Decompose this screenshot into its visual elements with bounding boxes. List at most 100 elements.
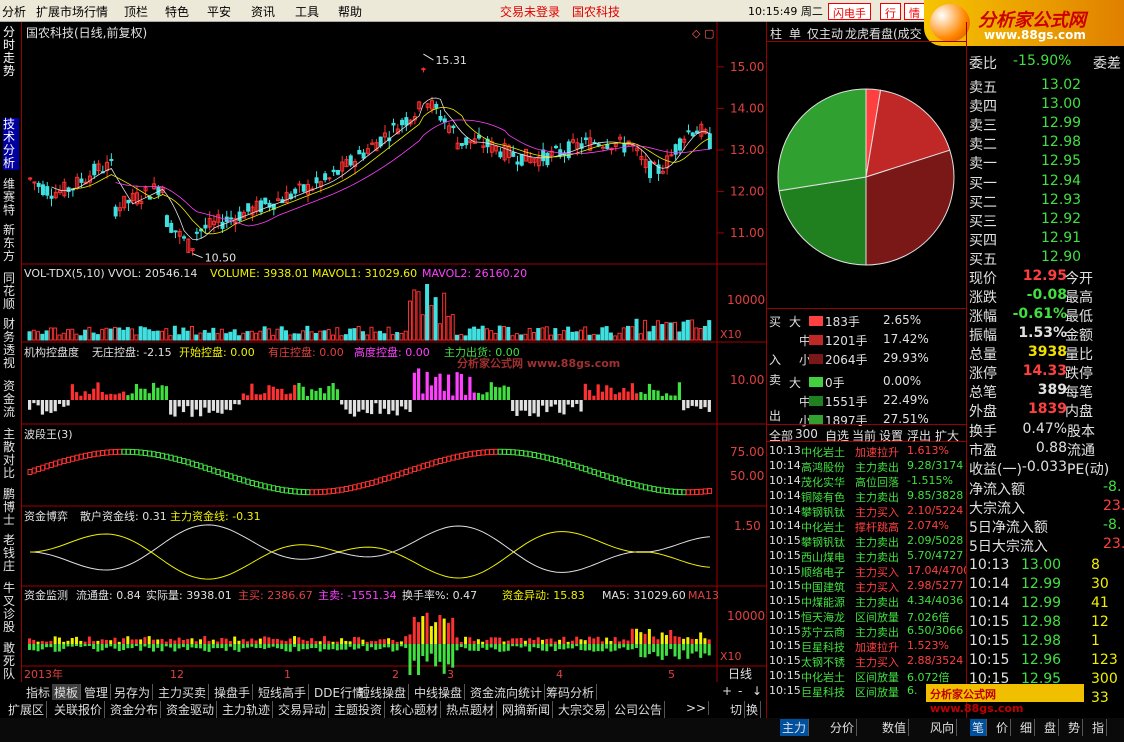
left-tab-technical[interactable]: 技术分析 xyxy=(3,118,19,170)
extension-tab-0[interactable]: 扩展区 xyxy=(6,701,48,718)
alert-stream-row[interactable]: 10:14 高鸿股份 主力卖出 9.28/3174 xyxy=(767,458,967,474)
stream-tab-expand[interactable]: 扩大 xyxy=(935,427,959,444)
extension-tab-11[interactable]: 公司公告 xyxy=(612,701,666,718)
quote-tab-2[interactable]: 细 xyxy=(1018,719,1036,736)
extension-tab-9[interactable]: 网摘新闻 xyxy=(500,701,554,718)
extension-tab-3[interactable]: 资金驱动 xyxy=(164,701,218,718)
vol-mavol2: MAVOL2: 26160.20 xyxy=(422,267,527,280)
right-tab-bar-chart[interactable]: 柱 xyxy=(770,25,782,42)
indicator-tab-3[interactable]: 另存为 xyxy=(112,684,154,701)
flash-trade-button[interactable]: 闪电手 xyxy=(828,3,871,20)
extension-tab-4[interactable]: 主力轨迹 xyxy=(220,701,274,718)
right-tab-dragon-tiger[interactable]: 龙虎看盘(成交 xyxy=(845,25,922,42)
indicator-tab-1[interactable]: 模板 xyxy=(52,684,82,701)
alert-stream-row[interactable]: 10:15 中化岩土 区间放量 6.072倍 xyxy=(767,668,967,684)
menu-extended-market[interactable]: 扩展市场行情 xyxy=(36,3,108,20)
left-tab-finance[interactable]: 财务透视 xyxy=(3,318,19,370)
menu-tools[interactable]: 工具 xyxy=(295,3,319,20)
alert-stream-row[interactable]: 10:14 中化岩土 撑杆跳高 2.074% xyxy=(767,518,967,534)
right-tab-active-only[interactable]: 仅主动 xyxy=(807,25,843,42)
bd-header[interactable]: 波段王(3) xyxy=(24,427,73,441)
indicator-tab-6[interactable]: 短线高手 xyxy=(256,684,310,701)
menu-pingan[interactable]: 平安 xyxy=(207,3,231,20)
switch-button-2[interactable]: 换 xyxy=(744,701,762,718)
zj-name[interactable]: 资金博弈 xyxy=(24,509,68,523)
alert-stream-row[interactable]: 10:15 顺络电子 主力买入 17.04/4700 xyxy=(767,563,967,579)
zoom-out-button[interactable]: - xyxy=(738,684,742,698)
scroll-down-button[interactable]: ↓ xyxy=(752,684,762,698)
quote-button[interactable]: 行 xyxy=(880,3,901,20)
extension-tab-5[interactable]: 交易异动 xyxy=(276,701,330,718)
extension-tab-6[interactable]: 主题投资 xyxy=(332,701,386,718)
indicator-tab-2[interactable]: 管理 xyxy=(82,684,112,701)
zjjc-name[interactable]: 资金监测 xyxy=(24,588,68,602)
alert-stream-row[interactable]: 10:13 中化岩土 加速拉升 1.613% xyxy=(767,443,967,459)
indicator-tab-9[interactable]: 中线操盘 xyxy=(412,684,466,701)
alert-stream-row[interactable]: 10:15 太钢不锈 主力买入 2.88/3524 xyxy=(767,653,967,669)
status-tab-1[interactable]: 分价 xyxy=(828,719,858,736)
quote-tab-0[interactable]: 笔 xyxy=(970,719,988,736)
left-tab-main-retail[interactable]: 主散对比 xyxy=(3,428,19,480)
chart-options-icon[interactable]: ◇ ▢ xyxy=(692,27,714,40)
indicator-tab-4[interactable]: 主力买卖 xyxy=(156,684,210,701)
jg-name[interactable]: 机构控盘度 xyxy=(24,345,79,359)
alert-stream-row[interactable]: 10:15 中煤能源 主力卖出 4.34/4036 xyxy=(767,593,967,609)
indicator-tab-5[interactable]: 操盘手 xyxy=(212,684,254,701)
quote-button-2[interactable]: 情 xyxy=(904,3,925,20)
quote-tab-5[interactable]: 指 xyxy=(1090,719,1108,736)
menu-help[interactable]: 帮助 xyxy=(338,3,362,20)
menu-top-bar[interactable]: 顶栏 xyxy=(124,3,148,20)
quote-tab-3[interactable]: 盘 xyxy=(1042,719,1060,736)
alert-stream-row[interactable]: 10:15 苏宁云商 主力卖出 6.50/3066 xyxy=(767,623,967,639)
left-tab-intraday[interactable]: 分时走势 xyxy=(3,26,19,78)
extension-tab-7[interactable]: 核心题材 xyxy=(388,701,442,718)
alert-stream-row[interactable]: 10:14 茂化实华 高位回落 -1.515% xyxy=(767,473,967,489)
menu-news[interactable]: 资讯 xyxy=(251,3,275,20)
stream-tab-current[interactable]: 当前 xyxy=(852,427,876,444)
alert-stream-row[interactable]: 10:15 中国建筑 主力买入 2.98/5277 xyxy=(767,578,967,594)
indicator-tab-0[interactable]: 指标 xyxy=(24,684,54,701)
quote-tab-1[interactable]: 价 xyxy=(994,719,1012,736)
quote-tab-4[interactable]: 势 xyxy=(1066,719,1084,736)
alert-stream-row[interactable]: 10:15 攀钢钒钛 主力卖出 2.09/5028 xyxy=(767,533,967,549)
alert-stream-row[interactable]: 10:15 西山煤电 主力卖出 5.70/4727 xyxy=(767,548,967,564)
stream-tab-all[interactable]: 全部 xyxy=(769,427,793,444)
left-tab-gansidui[interactable]: 敢死队 xyxy=(3,642,19,681)
zoom-in-button[interactable]: + xyxy=(722,684,732,698)
stream-tab-300[interactable]: 300 xyxy=(795,427,818,441)
login-status[interactable]: 交易未登录 xyxy=(500,3,560,20)
stream-tab-watchlist[interactable]: 自选 xyxy=(825,427,849,444)
status-tab-2[interactable]: 数值 xyxy=(880,719,910,736)
indicator-tab-8[interactable]: 短线操盘 xyxy=(356,684,410,701)
switch-button-1[interactable]: 切 xyxy=(728,701,746,718)
extension-tab-1[interactable]: 关联报价 xyxy=(52,701,106,718)
extension-tab-2[interactable]: 资金分布 xyxy=(108,701,162,718)
left-tab-laoqianzhuang[interactable]: 老钱庄 xyxy=(3,534,19,573)
main-buy-bar xyxy=(340,638,344,644)
stream-tab-settings[interactable]: 设置 xyxy=(879,427,903,444)
vol-indicator-name[interactable]: VOL-TDX(5,10) xyxy=(24,267,105,280)
left-tab-weisaite[interactable]: 维赛特 xyxy=(3,178,19,217)
alert-stream-row[interactable]: 10:14 铜陵有色 主力卖出 9.85/3828 xyxy=(767,488,967,504)
alert-stream-row[interactable]: 10:15 巨星科技 加速拉升 1.523% xyxy=(767,638,967,654)
alert-stream-row[interactable]: 10:15 恒天海龙 区间放量 7.026倍 xyxy=(767,608,967,624)
left-tab-niucha[interactable]: 牛叉诊股 xyxy=(3,582,19,634)
alert-stream-row[interactable]: 10:14 攀钢钒钛 主力买入 2.10/5224 xyxy=(767,503,967,519)
indicator-tab-11[interactable]: 筹码分析 xyxy=(544,684,598,701)
kline-chart-area[interactable]: 国农科技(日线,前复权) ◇ ▢ 15.0014.0013.0012.0011.… xyxy=(22,22,766,682)
right-tab-single[interactable]: 单 xyxy=(789,25,801,42)
status-tab-3[interactable]: 风向 xyxy=(928,719,958,736)
stream-tab-float[interactable]: 浮出 xyxy=(907,427,931,444)
extension-tab-8[interactable]: 热点题材 xyxy=(444,701,498,718)
indicator-tab-10[interactable]: 资金流向统计 xyxy=(468,684,546,701)
left-tab-pengboshi[interactable]: 鹏博士 xyxy=(3,488,19,527)
left-tab-capital-flow[interactable]: 资金流 xyxy=(3,380,19,419)
left-tab-xindongfang[interactable]: 新东方 xyxy=(3,224,19,263)
menu-analysis[interactable]: 分析 xyxy=(2,3,26,20)
extension-tab-10[interactable]: 大宗交易 xyxy=(556,701,610,718)
menu-features[interactable]: 特色 xyxy=(165,3,189,20)
left-tab-tonghuashun[interactable]: 同花顺 xyxy=(3,272,19,311)
more-tabs-icon[interactable]: >> xyxy=(684,701,710,715)
period-label[interactable]: 日线 xyxy=(728,667,752,681)
status-tab-0[interactable]: 主力 xyxy=(780,719,810,736)
